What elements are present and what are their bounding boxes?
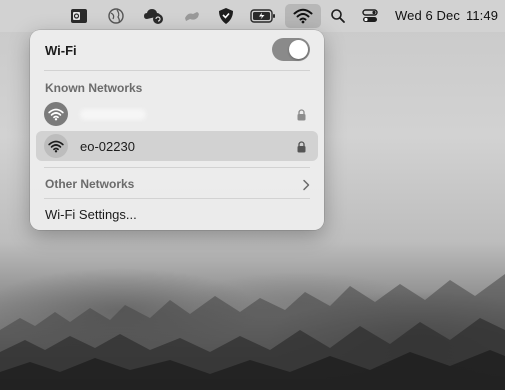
wifi-icon[interactable] xyxy=(285,4,321,28)
wifi-menu-panel: Wi-Fi Known Networks eo-02230 Other Netw… xyxy=(30,30,324,230)
other-networks-label[interactable]: Other Networks xyxy=(45,177,134,191)
chevron-right-icon[interactable] xyxy=(302,178,310,196)
network-name: eo-02230 xyxy=(80,139,135,154)
network-wifi-icon xyxy=(44,134,68,158)
divider xyxy=(44,198,310,199)
network-row-1[interactable] xyxy=(36,99,318,129)
battery-charging-icon[interactable] xyxy=(249,5,277,27)
network-row-2[interactable]: eo-02230 xyxy=(36,131,318,161)
link-icon[interactable] xyxy=(181,5,203,27)
clock-time: 11:49 xyxy=(465,8,499,23)
menubar-clock[interactable]: Wed 6 Dec 11:49 xyxy=(395,8,498,23)
clock-date: Wed 6 Dec xyxy=(395,8,460,23)
globe-icon[interactable] xyxy=(105,5,127,27)
lock-icon xyxy=(297,108,306,126)
network-wifi-icon xyxy=(44,102,68,126)
menu-bar: Wed 6 Dec 11:49 xyxy=(0,0,505,32)
wifi-title: Wi-Fi xyxy=(45,43,77,58)
shield-icon[interactable] xyxy=(215,5,237,27)
network-name-redacted xyxy=(80,109,146,120)
control-center-icon[interactable] xyxy=(359,5,381,27)
toggle-knob xyxy=(289,40,308,59)
known-networks-label: Known Networks xyxy=(45,81,143,95)
divider xyxy=(44,167,310,168)
divider xyxy=(44,70,310,71)
wifi-toggle[interactable] xyxy=(272,38,310,61)
search-icon[interactable] xyxy=(327,5,349,27)
outlook-icon[interactable] xyxy=(68,5,90,27)
wifi-settings-link[interactable]: Wi-Fi Settings... xyxy=(45,207,137,222)
lock-icon xyxy=(297,140,306,158)
cloud-sync-icon[interactable] xyxy=(143,5,165,27)
